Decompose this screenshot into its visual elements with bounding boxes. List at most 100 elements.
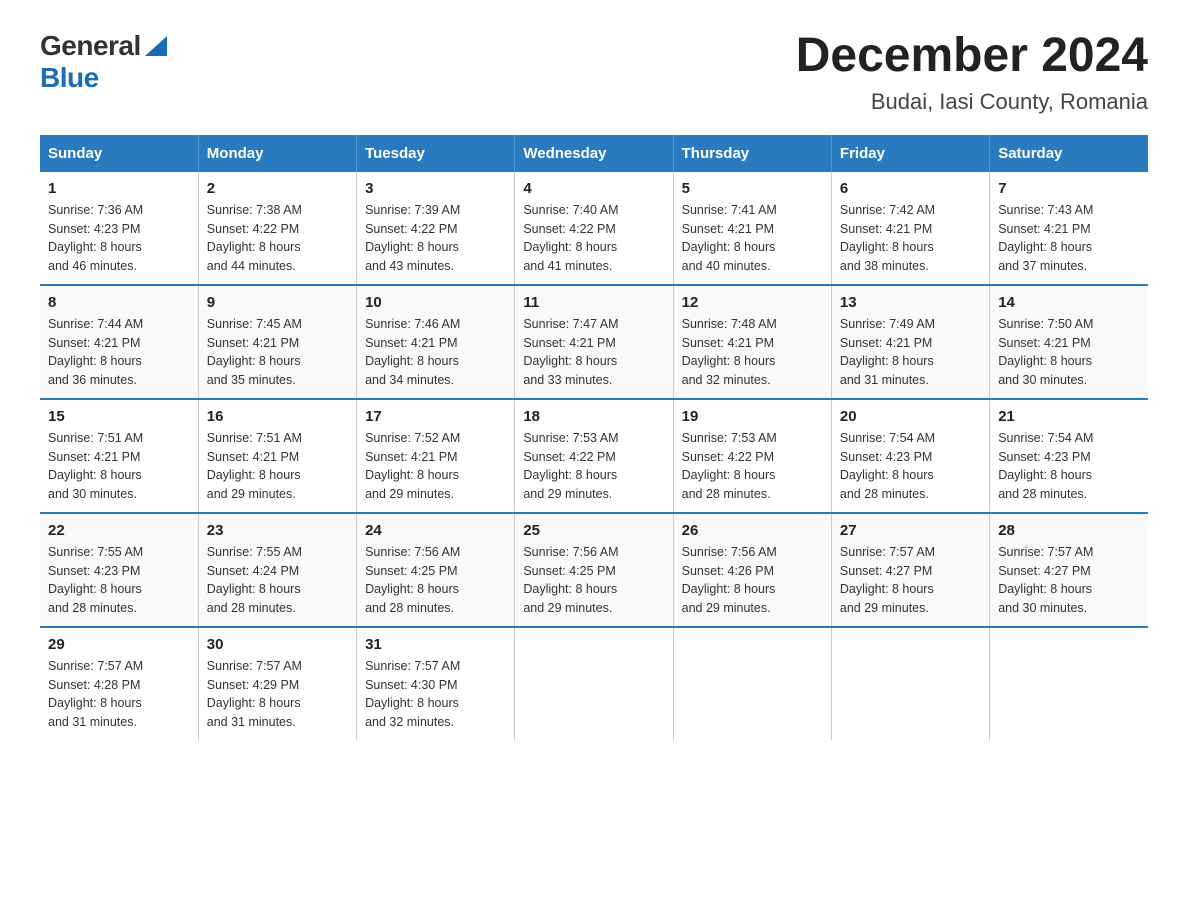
day-number: 12 bbox=[682, 294, 823, 311]
day-info: Sunrise: 7:50 AM Sunset: 4:21 PM Dayligh… bbox=[998, 315, 1140, 390]
table-row: 7 Sunrise: 7:43 AM Sunset: 4:21 PM Dayli… bbox=[990, 172, 1148, 285]
logo-general-text: General bbox=[40, 30, 141, 62]
day-info: Sunrise: 7:44 AM Sunset: 4:21 PM Dayligh… bbox=[48, 315, 190, 390]
table-row: 1 Sunrise: 7:36 AM Sunset: 4:23 PM Dayli… bbox=[40, 172, 198, 285]
day-number: 31 bbox=[365, 636, 506, 653]
day-number: 29 bbox=[48, 636, 190, 653]
day-number: 18 bbox=[523, 408, 664, 425]
day-number: 1 bbox=[48, 180, 190, 197]
table-row: 26 Sunrise: 7:56 AM Sunset: 4:26 PM Dayl… bbox=[673, 513, 831, 627]
logo: General Blue bbox=[40, 30, 167, 94]
table-row: 2 Sunrise: 7:38 AM Sunset: 4:22 PM Dayli… bbox=[198, 172, 356, 285]
table-row: 3 Sunrise: 7:39 AM Sunset: 4:22 PM Dayli… bbox=[357, 172, 515, 285]
day-number: 26 bbox=[682, 522, 823, 539]
day-number: 6 bbox=[840, 180, 981, 197]
calendar-week-row: 8 Sunrise: 7:44 AM Sunset: 4:21 PM Dayli… bbox=[40, 285, 1148, 399]
table-row bbox=[515, 627, 673, 740]
day-info: Sunrise: 7:42 AM Sunset: 4:21 PM Dayligh… bbox=[840, 201, 981, 276]
day-number: 13 bbox=[840, 294, 981, 311]
day-info: Sunrise: 7:45 AM Sunset: 4:21 PM Dayligh… bbox=[207, 315, 348, 390]
col-tuesday: Tuesday bbox=[357, 135, 515, 172]
col-saturday: Saturday bbox=[990, 135, 1148, 172]
day-info: Sunrise: 7:51 AM Sunset: 4:21 PM Dayligh… bbox=[48, 429, 190, 504]
table-row: 17 Sunrise: 7:52 AM Sunset: 4:21 PM Dayl… bbox=[357, 399, 515, 513]
day-number: 28 bbox=[998, 522, 1140, 539]
logo-triangle-icon bbox=[145, 36, 167, 56]
day-info: Sunrise: 7:53 AM Sunset: 4:22 PM Dayligh… bbox=[523, 429, 664, 504]
calendar-table: Sunday Monday Tuesday Wednesday Thursday… bbox=[40, 135, 1148, 740]
logo-blue-text: Blue bbox=[40, 62, 99, 93]
calendar-week-row: 22 Sunrise: 7:55 AM Sunset: 4:23 PM Dayl… bbox=[40, 513, 1148, 627]
table-row: 16 Sunrise: 7:51 AM Sunset: 4:21 PM Dayl… bbox=[198, 399, 356, 513]
day-info: Sunrise: 7:39 AM Sunset: 4:22 PM Dayligh… bbox=[365, 201, 506, 276]
day-info: Sunrise: 7:43 AM Sunset: 4:21 PM Dayligh… bbox=[998, 201, 1140, 276]
day-info: Sunrise: 7:55 AM Sunset: 4:24 PM Dayligh… bbox=[207, 543, 348, 618]
day-info: Sunrise: 7:51 AM Sunset: 4:21 PM Dayligh… bbox=[207, 429, 348, 504]
day-number: 8 bbox=[48, 294, 190, 311]
table-row: 12 Sunrise: 7:48 AM Sunset: 4:21 PM Dayl… bbox=[673, 285, 831, 399]
day-info: Sunrise: 7:48 AM Sunset: 4:21 PM Dayligh… bbox=[682, 315, 823, 390]
table-row: 28 Sunrise: 7:57 AM Sunset: 4:27 PM Dayl… bbox=[990, 513, 1148, 627]
day-number: 10 bbox=[365, 294, 506, 311]
table-row: 13 Sunrise: 7:49 AM Sunset: 4:21 PM Dayl… bbox=[831, 285, 989, 399]
table-row bbox=[831, 627, 989, 740]
day-number: 7 bbox=[998, 180, 1140, 197]
day-info: Sunrise: 7:40 AM Sunset: 4:22 PM Dayligh… bbox=[523, 201, 664, 276]
title-area: December 2024 Budai, Iasi County, Romani… bbox=[796, 30, 1148, 115]
day-info: Sunrise: 7:54 AM Sunset: 4:23 PM Dayligh… bbox=[998, 429, 1140, 504]
day-info: Sunrise: 7:49 AM Sunset: 4:21 PM Dayligh… bbox=[840, 315, 981, 390]
calendar-week-row: 29 Sunrise: 7:57 AM Sunset: 4:28 PM Dayl… bbox=[40, 627, 1148, 740]
day-number: 23 bbox=[207, 522, 348, 539]
calendar-header-row: Sunday Monday Tuesday Wednesday Thursday… bbox=[40, 135, 1148, 172]
day-number: 4 bbox=[523, 180, 664, 197]
day-info: Sunrise: 7:38 AM Sunset: 4:22 PM Dayligh… bbox=[207, 201, 348, 276]
day-info: Sunrise: 7:41 AM Sunset: 4:21 PM Dayligh… bbox=[682, 201, 823, 276]
day-info: Sunrise: 7:55 AM Sunset: 4:23 PM Dayligh… bbox=[48, 543, 190, 618]
table-row: 25 Sunrise: 7:56 AM Sunset: 4:25 PM Dayl… bbox=[515, 513, 673, 627]
table-row: 10 Sunrise: 7:46 AM Sunset: 4:21 PM Dayl… bbox=[357, 285, 515, 399]
col-friday: Friday bbox=[831, 135, 989, 172]
table-row: 23 Sunrise: 7:55 AM Sunset: 4:24 PM Dayl… bbox=[198, 513, 356, 627]
table-row: 30 Sunrise: 7:57 AM Sunset: 4:29 PM Dayl… bbox=[198, 627, 356, 740]
day-info: Sunrise: 7:54 AM Sunset: 4:23 PM Dayligh… bbox=[840, 429, 981, 504]
day-number: 5 bbox=[682, 180, 823, 197]
table-row: 6 Sunrise: 7:42 AM Sunset: 4:21 PM Dayli… bbox=[831, 172, 989, 285]
table-row: 4 Sunrise: 7:40 AM Sunset: 4:22 PM Dayli… bbox=[515, 172, 673, 285]
day-info: Sunrise: 7:47 AM Sunset: 4:21 PM Dayligh… bbox=[523, 315, 664, 390]
table-row: 18 Sunrise: 7:53 AM Sunset: 4:22 PM Dayl… bbox=[515, 399, 673, 513]
table-row: 21 Sunrise: 7:54 AM Sunset: 4:23 PM Dayl… bbox=[990, 399, 1148, 513]
day-number: 17 bbox=[365, 408, 506, 425]
calendar-week-row: 1 Sunrise: 7:36 AM Sunset: 4:23 PM Dayli… bbox=[40, 172, 1148, 285]
col-wednesday: Wednesday bbox=[515, 135, 673, 172]
table-row: 11 Sunrise: 7:47 AM Sunset: 4:21 PM Dayl… bbox=[515, 285, 673, 399]
day-info: Sunrise: 7:52 AM Sunset: 4:21 PM Dayligh… bbox=[365, 429, 506, 504]
day-number: 19 bbox=[682, 408, 823, 425]
location-subtitle: Budai, Iasi County, Romania bbox=[796, 89, 1148, 115]
day-number: 14 bbox=[998, 294, 1140, 311]
day-number: 25 bbox=[523, 522, 664, 539]
day-number: 22 bbox=[48, 522, 190, 539]
day-number: 21 bbox=[998, 408, 1140, 425]
day-number: 20 bbox=[840, 408, 981, 425]
table-row: 14 Sunrise: 7:50 AM Sunset: 4:21 PM Dayl… bbox=[990, 285, 1148, 399]
table-row bbox=[990, 627, 1148, 740]
day-number: 27 bbox=[840, 522, 981, 539]
day-number: 11 bbox=[523, 294, 664, 311]
col-sunday: Sunday bbox=[40, 135, 198, 172]
day-info: Sunrise: 7:53 AM Sunset: 4:22 PM Dayligh… bbox=[682, 429, 823, 504]
table-row: 22 Sunrise: 7:55 AM Sunset: 4:23 PM Dayl… bbox=[40, 513, 198, 627]
day-info: Sunrise: 7:56 AM Sunset: 4:26 PM Dayligh… bbox=[682, 543, 823, 618]
page-header: General Blue December 2024 Budai, Iasi C… bbox=[40, 30, 1148, 115]
day-info: Sunrise: 7:57 AM Sunset: 4:27 PM Dayligh… bbox=[998, 543, 1140, 618]
table-row: 9 Sunrise: 7:45 AM Sunset: 4:21 PM Dayli… bbox=[198, 285, 356, 399]
table-row: 8 Sunrise: 7:44 AM Sunset: 4:21 PM Dayli… bbox=[40, 285, 198, 399]
table-row: 29 Sunrise: 7:57 AM Sunset: 4:28 PM Dayl… bbox=[40, 627, 198, 740]
day-number: 9 bbox=[207, 294, 348, 311]
day-number: 3 bbox=[365, 180, 506, 197]
table-row: 15 Sunrise: 7:51 AM Sunset: 4:21 PM Dayl… bbox=[40, 399, 198, 513]
day-info: Sunrise: 7:56 AM Sunset: 4:25 PM Dayligh… bbox=[523, 543, 664, 618]
day-number: 15 bbox=[48, 408, 190, 425]
month-title: December 2024 bbox=[796, 30, 1148, 83]
table-row: 27 Sunrise: 7:57 AM Sunset: 4:27 PM Dayl… bbox=[831, 513, 989, 627]
day-info: Sunrise: 7:57 AM Sunset: 4:30 PM Dayligh… bbox=[365, 657, 506, 732]
